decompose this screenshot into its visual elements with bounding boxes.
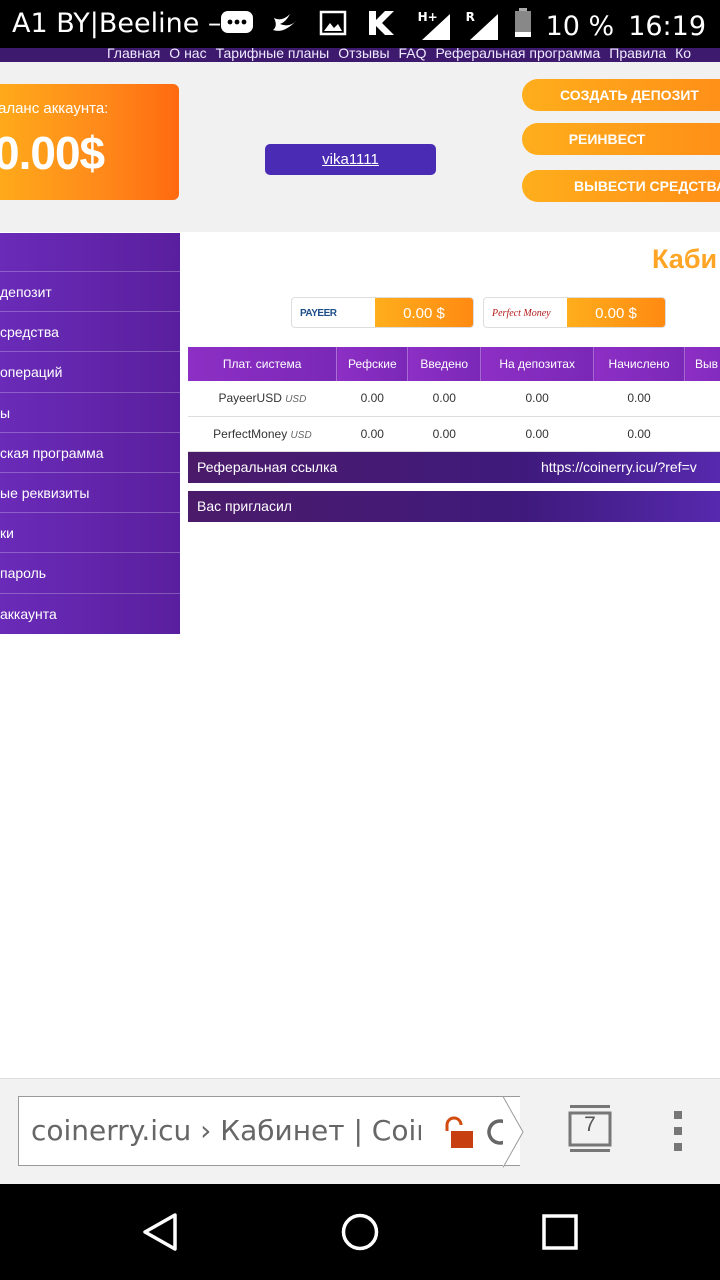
gallery-icon bbox=[316, 8, 350, 38]
network-type-label: H+ bbox=[417, 9, 438, 24]
back-icon[interactable] bbox=[140, 1212, 180, 1252]
cell-value: 0.00 bbox=[593, 381, 685, 417]
swift-icon bbox=[268, 8, 302, 38]
url-text: coinerry.icu › Кабинет | Coinerry bbox=[31, 1114, 421, 1147]
perfect-money-logo: Perfect Money bbox=[484, 298, 568, 327]
tab-count: 7 bbox=[584, 1113, 596, 1136]
cell-value: 0.00 bbox=[336, 381, 408, 417]
perfect-money-balance: Perfect Money 0.00 $ bbox=[483, 297, 666, 328]
balance-label: аланс аккаунта: bbox=[0, 100, 109, 117]
top-nav: Главная О нас Тарифные планы Отзывы FAQ … bbox=[0, 48, 720, 62]
col-on-deposits: На депозитах bbox=[480, 347, 595, 381]
sidebar-header bbox=[0, 233, 180, 272]
webpage: Главная О нас Тарифные планы Отзывы FAQ … bbox=[0, 48, 720, 1078]
payment-systems-table: Плат. система Рефские Введено На депозит… bbox=[188, 347, 720, 452]
signal-r-icon: R bbox=[465, 9, 500, 42]
table-row: PerfectMoney USD 0.00 0.00 0.00 0.00 0 bbox=[188, 416, 720, 452]
address-bar-arrow bbox=[502, 1096, 525, 1168]
payeer-logo: PAYEER bbox=[292, 298, 376, 327]
battery-icon bbox=[514, 8, 532, 45]
nav-link-about[interactable]: О нас bbox=[169, 48, 206, 61]
invited-by-bar: Вас пригласил bbox=[188, 491, 720, 522]
system-name: PayeerUSD bbox=[218, 391, 282, 406]
invited-by-label: Вас пригласил bbox=[197, 498, 292, 514]
payeer-balance-value: 0.00 $ bbox=[375, 298, 473, 327]
cell-value: 0.00 bbox=[407, 416, 481, 452]
browser-toolbar: coinerry.icu › Кабинет | Coinerry 7 bbox=[0, 1078, 720, 1184]
sidebar-item-password[interactable]: пароль bbox=[0, 553, 180, 594]
balance-amount: 0.00$ bbox=[0, 127, 105, 179]
create-deposit-button[interactable]: СОЗДАТЬ ДЕПОЗИТ bbox=[522, 79, 720, 111]
referral-link-bar: Реферальная ссылка https://coinerry.icu/… bbox=[188, 452, 720, 483]
cell-value: 0 bbox=[684, 381, 720, 417]
sidebar-item-logout[interactable]: аккаунта bbox=[0, 594, 180, 634]
tabs-icon[interactable]: 7 bbox=[568, 1105, 612, 1153]
perfect-money-logo-text: Perfect Money bbox=[492, 308, 551, 319]
roaming-label: R bbox=[465, 9, 475, 24]
reinvest-button[interactable]: РЕИНВЕСТ bbox=[522, 123, 720, 155]
more-menu-icon[interactable] bbox=[672, 1111, 684, 1155]
cell-value: 0.00 bbox=[593, 416, 685, 452]
nav-link-reviews[interactable]: Отзывы bbox=[338, 48, 389, 61]
referral-link-label: Реферальная ссылка bbox=[197, 459, 338, 475]
android-nav-bar bbox=[0, 1184, 720, 1280]
recents-icon[interactable] bbox=[540, 1212, 580, 1252]
table-row: PayeerUSD USD 0.00 0.00 0.00 0.00 0 bbox=[188, 381, 720, 417]
signal-h-icon: H+ bbox=[417, 9, 452, 42]
sidebar-item-withdraw[interactable]: средства bbox=[0, 312, 180, 353]
cell-system: PerfectMoney USD bbox=[188, 416, 337, 452]
system-currency: USD bbox=[285, 394, 307, 406]
sidebar-item-settings[interactable]: ки bbox=[0, 513, 180, 554]
system-status: H+ R 10 % 16:19 bbox=[418, 8, 706, 45]
system-name: PerfectMoney bbox=[213, 426, 288, 441]
page-title: Каби bbox=[652, 244, 718, 274]
cell-value: 0 bbox=[684, 416, 720, 452]
referral-link[interactable]: https://coinerry.icu/?ref=v bbox=[541, 452, 697, 483]
sidebar-item-referral[interactable]: ская программа bbox=[0, 433, 180, 473]
account-header: аланс аккаунта: 0.00$ vika1111 СОЗДАТЬ Д… bbox=[0, 62, 720, 232]
status-bar: A1 BY|Beeline – H+ R 10 % 16:19 bbox=[0, 0, 720, 48]
sidebar-item-deposit[interactable]: депозит bbox=[0, 272, 180, 313]
nav-link-home[interactable]: Главная bbox=[107, 48, 160, 61]
messages-icon bbox=[220, 8, 254, 38]
cell-value: 0.00 bbox=[480, 416, 594, 452]
battery-percent: 10 % bbox=[545, 11, 615, 42]
table-header-row: Плат. система Рефские Введено На депозит… bbox=[188, 347, 720, 381]
cell-value: 0.00 bbox=[480, 381, 594, 417]
k-app-icon bbox=[364, 8, 398, 38]
address-bar[interactable]: coinerry.icu › Кабинет | Coinerry bbox=[18, 1096, 520, 1166]
withdraw-button[interactable]: ВЫВЕСТИ СРЕДСТВА bbox=[522, 170, 720, 202]
system-currency: USD bbox=[290, 429, 312, 441]
col-payment-system: Плат. система bbox=[188, 347, 338, 381]
username-link[interactable]: vika1111 bbox=[265, 144, 436, 175]
col-accrued: Начислено bbox=[593, 347, 685, 381]
nav-link-rules[interactable]: Правила bbox=[609, 48, 666, 61]
payeer-logo-text: PAYEER bbox=[300, 308, 337, 319]
cell-value: 0.00 bbox=[336, 416, 408, 452]
perfect-money-balance-value: 0.00 $ bbox=[567, 298, 665, 327]
home-icon[interactable] bbox=[340, 1212, 380, 1252]
col-deposited: Введено bbox=[407, 347, 482, 381]
nav-link-plans[interactable]: Тарифные планы bbox=[216, 48, 330, 61]
sidebar-item-wallets[interactable]: ые реквизиты bbox=[0, 473, 180, 514]
payeer-balance: PAYEER 0.00 $ bbox=[291, 297, 474, 328]
nav-link-referral[interactable]: Реферальная программа bbox=[436, 48, 601, 61]
col-withdrawn: Выв bbox=[684, 347, 720, 381]
carrier-name: A1 BY|Beeline – bbox=[12, 8, 222, 39]
sidebar-item-deposits[interactable]: ы bbox=[0, 393, 180, 433]
lock-icon[interactable] bbox=[439, 1115, 475, 1156]
cell-value: 0.00 bbox=[407, 381, 481, 417]
sidebar-item-history[interactable]: операций bbox=[0, 352, 180, 393]
notification-icons bbox=[220, 8, 398, 38]
cell-system: PayeerUSD USD bbox=[188, 381, 337, 417]
sidebar-menu: депозит средства операций ы ская програм… bbox=[0, 233, 180, 634]
clock: 16:19 bbox=[628, 11, 706, 42]
col-referral: Рефские bbox=[336, 347, 409, 381]
nav-link-faq[interactable]: FAQ bbox=[399, 48, 427, 61]
nav-link-contacts[interactable]: Ко bbox=[675, 48, 691, 61]
balance-card: аланс аккаунта: 0.00$ bbox=[0, 84, 179, 200]
